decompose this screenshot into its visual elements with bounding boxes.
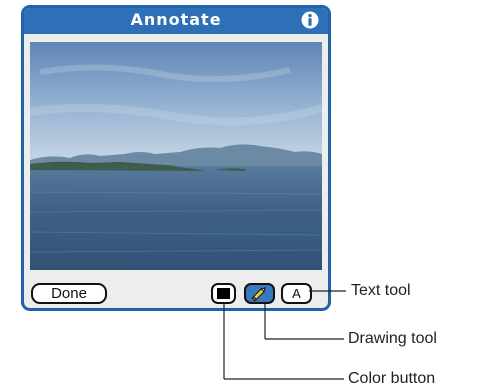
- pencil-icon: [251, 287, 266, 302]
- title-bar: Annotate: [24, 8, 328, 34]
- text-tool-button[interactable]: A: [281, 283, 312, 304]
- landscape-photo: [30, 42, 322, 270]
- annotate-photo[interactable]: [30, 42, 322, 270]
- window-title: Annotate: [130, 10, 222, 29]
- color-button-callout: Color button: [348, 370, 436, 387]
- text-tool-callout: Text tool: [351, 282, 411, 299]
- info-icon[interactable]: [301, 11, 319, 29]
- drawing-tool-button[interactable]: [244, 283, 275, 304]
- color-button[interactable]: [211, 283, 236, 304]
- color-swatch: [217, 288, 230, 299]
- done-button[interactable]: Done: [31, 283, 107, 304]
- annotate-window: Annotate Done A: [21, 5, 331, 311]
- drawing-tool-callout: Drawing tool: [348, 330, 437, 347]
